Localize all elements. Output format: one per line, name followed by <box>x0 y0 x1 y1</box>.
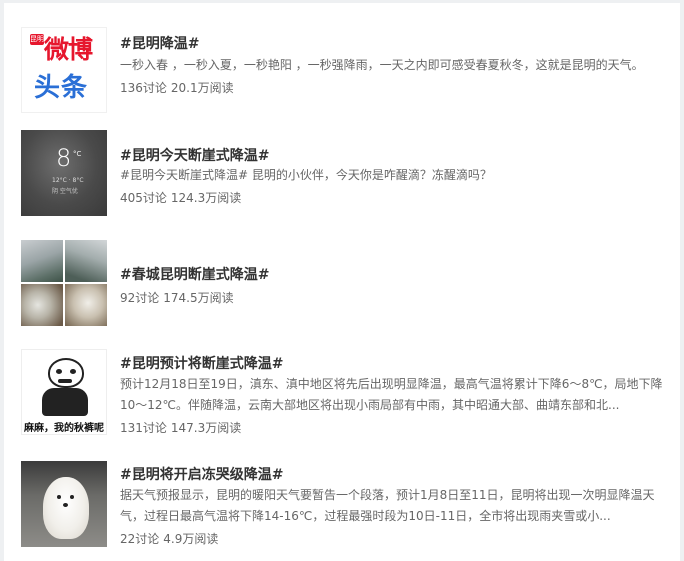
logo-tag: 昆明 <box>30 34 44 45</box>
topic-stats: 405讨论 124.3万阅读 <box>120 189 241 206</box>
meme-face <box>48 358 84 388</box>
topic-stats: 131讨论 147.3万阅读 <box>120 419 241 436</box>
read-count: 20.1万阅读 <box>170 81 234 95</box>
meme-mouth <box>58 379 72 383</box>
topic-stats: 92讨论 174.5万阅读 <box>120 289 234 306</box>
topic-item[interactable]: #春城昆明断崖式降温# 92讨论 174.5万阅读 <box>0 240 684 330</box>
meme-body <box>42 388 88 416</box>
discuss-count: 136讨论 <box>120 81 167 95</box>
weather-condition: 阴 空气优 <box>52 188 78 195</box>
topic-item[interactable]: 昆明 微博 头条 #昆明降温# 一秒入春 ，一秒入夏，一秒艳阳 ，一秒强降雨，一… <box>0 27 684 117</box>
topic-stats: 22讨论 4.9万阅读 <box>120 530 218 547</box>
dog-body <box>43 477 89 539</box>
frost-photo <box>21 284 63 326</box>
topic-title[interactable]: #昆明降温# <box>120 33 199 53</box>
dog-nose <box>63 503 68 507</box>
frost-photo <box>65 240 107 282</box>
weather-range: 12°C · 8°C <box>52 177 84 184</box>
discuss-count: 405讨论 <box>120 191 167 205</box>
topic-title[interactable]: #昆明将开启冻哭级降温# <box>120 464 283 484</box>
topic-description: 一秒入春 ，一秒入夏，一秒艳阳 ，一秒强降雨，一天之内即可感受春夏秋冬，这就是昆… <box>120 58 644 72</box>
weibo-toutiao-logo[interactable]: 昆明 微博 头条 <box>21 27 107 113</box>
frame-top-border <box>0 0 684 3</box>
dog-eye <box>57 495 61 499</box>
read-count: 147.3万阅读 <box>170 421 242 435</box>
topic-item[interactable]: 8 °C 12°C · 8°C 阴 空气优 #昆明今天断崖式降温# #昆明今天断… <box>0 130 684 220</box>
weather-thumbnail[interactable]: 8 °C 12°C · 8°C 阴 空气优 <box>21 130 107 216</box>
discuss-count: 92讨论 <box>120 291 160 305</box>
discuss-count: 22讨论 <box>120 532 160 546</box>
weather-unit: °C <box>73 150 82 158</box>
logo-line-weibo: 微博 <box>44 35 93 64</box>
discuss-count: 131讨论 <box>120 421 167 435</box>
read-count: 124.3万阅读 <box>170 191 242 205</box>
frost-photo-collage[interactable] <box>21 240 107 326</box>
topic-item[interactable]: #昆明将开启冻哭级降温# 据天气预报显示，昆明的暖阳天气要暂告一个段落，预计1月… <box>0 461 684 553</box>
meme-caption: 麻麻，我的秋裤呢 <box>24 423 104 434</box>
read-count: 4.9万阅读 <box>163 532 219 546</box>
weather-temperature: 8 <box>56 144 72 172</box>
topic-title[interactable]: #昆明预计将断崖式降温# <box>120 353 283 373</box>
meme-thumbnail[interactable]: 麻麻，我的秋裤呢 <box>21 349 107 435</box>
topic-item[interactable]: 麻麻，我的秋裤呢 #昆明预计将断崖式降温# 预计12月18日至19日，滇东、滇中… <box>0 349 684 441</box>
topic-stats: 136讨论 20.1万阅读 <box>120 79 234 96</box>
read-count: 174.5万阅读 <box>163 291 234 305</box>
topic-title[interactable]: #昆明今天断崖式降温# <box>120 145 269 165</box>
dog-eye <box>70 495 74 499</box>
topic-description: 预计12月18日至19日，滇东、滇中地区将先后出现明显降温，最高气温将累计下降6… <box>120 377 663 412</box>
topic-description: #昆明今天断崖式降温# 昆明的小伙伴，今天你是咋醒滴？冻醒滴吗？ <box>120 168 492 182</box>
topic-title[interactable]: #春城昆明断崖式降温# <box>120 264 269 284</box>
frost-photo <box>65 284 107 326</box>
logo-line-toutiao: 头条 <box>34 73 89 103</box>
topic-description: 据天气预报显示，昆明的暖阳天气要暂告一个段落，预计1月8日至11日，昆明将出现一… <box>120 488 655 523</box>
frost-photo <box>21 240 63 282</box>
dog-photo-thumbnail[interactable] <box>21 461 107 547</box>
